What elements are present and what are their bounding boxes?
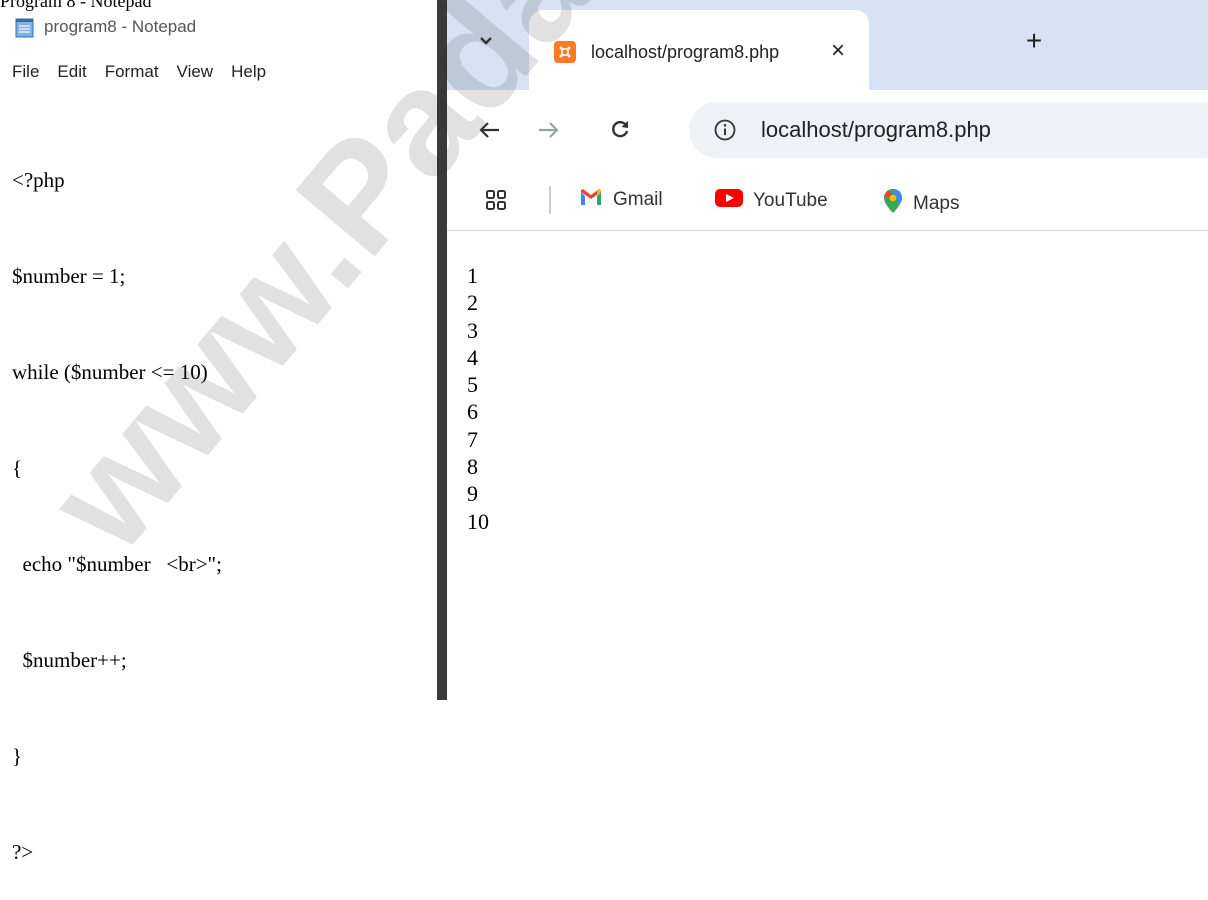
window-divider xyxy=(437,0,447,700)
bookmarks-separator xyxy=(549,186,551,214)
output-line: 10 xyxy=(467,508,489,534)
gmail-icon xyxy=(579,188,603,212)
site-info-icon[interactable] xyxy=(713,118,737,147)
reload-icon xyxy=(609,116,631,147)
page-output: 1 2 3 4 5 6 7 8 9 10 xyxy=(467,262,489,535)
close-icon: × xyxy=(830,37,845,64)
plus-icon: + xyxy=(1025,25,1043,56)
menu-file[interactable]: File xyxy=(12,62,39,82)
youtube-icon xyxy=(715,188,743,214)
output-line: 7 xyxy=(467,426,478,452)
bookmark-gmail[interactable]: Gmail xyxy=(579,188,663,212)
output-line: 8 xyxy=(467,454,478,480)
maps-pin-icon xyxy=(883,188,903,220)
output-line: 6 xyxy=(467,399,478,425)
apps-grid-icon[interactable] xyxy=(485,189,507,216)
bookmark-youtube[interactable]: YouTube xyxy=(715,188,828,214)
code-line: $number++; xyxy=(12,648,127,672)
menu-view[interactable]: View xyxy=(177,62,214,82)
url-text: localhost/program8.php xyxy=(761,117,991,142)
bookmarks-bar: Gmail YouTube Maps xyxy=(447,172,1208,231)
code-line: ?> xyxy=(12,840,34,864)
output-line: 4 xyxy=(467,344,478,370)
reload-button[interactable] xyxy=(605,116,635,146)
back-arrow-icon xyxy=(478,116,502,147)
xampp-favicon-icon xyxy=(553,40,577,69)
menu-help[interactable]: Help xyxy=(231,62,266,82)
menu-format[interactable]: Format xyxy=(105,62,159,82)
code-line: { xyxy=(12,456,23,480)
bookmark-label: YouTube xyxy=(753,190,828,211)
new-tab-button[interactable]: + xyxy=(1019,25,1049,56)
notepad-icon xyxy=(14,16,36,38)
output-line: 2 xyxy=(467,290,478,316)
code-line: echo "$number <br>"; xyxy=(12,552,222,576)
forward-arrow-icon xyxy=(536,116,560,147)
tab-search-button[interactable] xyxy=(471,28,501,58)
output-line: 9 xyxy=(467,481,478,507)
tab-dropdown-icon xyxy=(478,34,494,52)
notepad-title: program8 - Notepad xyxy=(44,17,197,36)
notepad-menubar: File Edit Format View Help xyxy=(12,62,266,82)
code-line: <?php xyxy=(12,168,65,192)
output-line: 5 xyxy=(467,372,478,398)
notepad-editor[interactable]: <?php $number = 1; while ($number <= 10)… xyxy=(12,100,222,900)
tab-bar: localhost/program8.php × + xyxy=(447,0,1208,90)
tab-close-button[interactable]: × xyxy=(823,36,853,66)
address-bar[interactable]: localhost/program8.php xyxy=(689,102,1208,158)
bookmark-label: Gmail xyxy=(613,189,663,210)
browser-window: localhost/program8.php × + localhost/pro… xyxy=(447,0,1208,700)
menu-edit[interactable]: Edit xyxy=(57,62,86,82)
bookmark-label: Maps xyxy=(913,193,960,214)
tab-title: localhost/program8.php xyxy=(591,42,780,62)
browser-toolbar: localhost/program8.php xyxy=(447,90,1208,172)
top-caption: Program 8 - Notepad xyxy=(0,0,152,11)
code-line: while ($number <= 10) xyxy=(12,360,208,384)
code-line: } xyxy=(12,744,23,768)
back-button[interactable] xyxy=(475,116,505,146)
forward-button[interactable] xyxy=(533,116,563,146)
code-line: $number = 1; xyxy=(12,264,126,288)
bookmark-maps[interactable]: Maps xyxy=(883,188,959,220)
notepad-titlebar: program8 - Notepad xyxy=(14,12,196,42)
output-line: 3 xyxy=(467,317,478,343)
active-tab[interactable]: localhost/program8.php × xyxy=(529,10,869,90)
output-line: 1 xyxy=(467,263,478,288)
